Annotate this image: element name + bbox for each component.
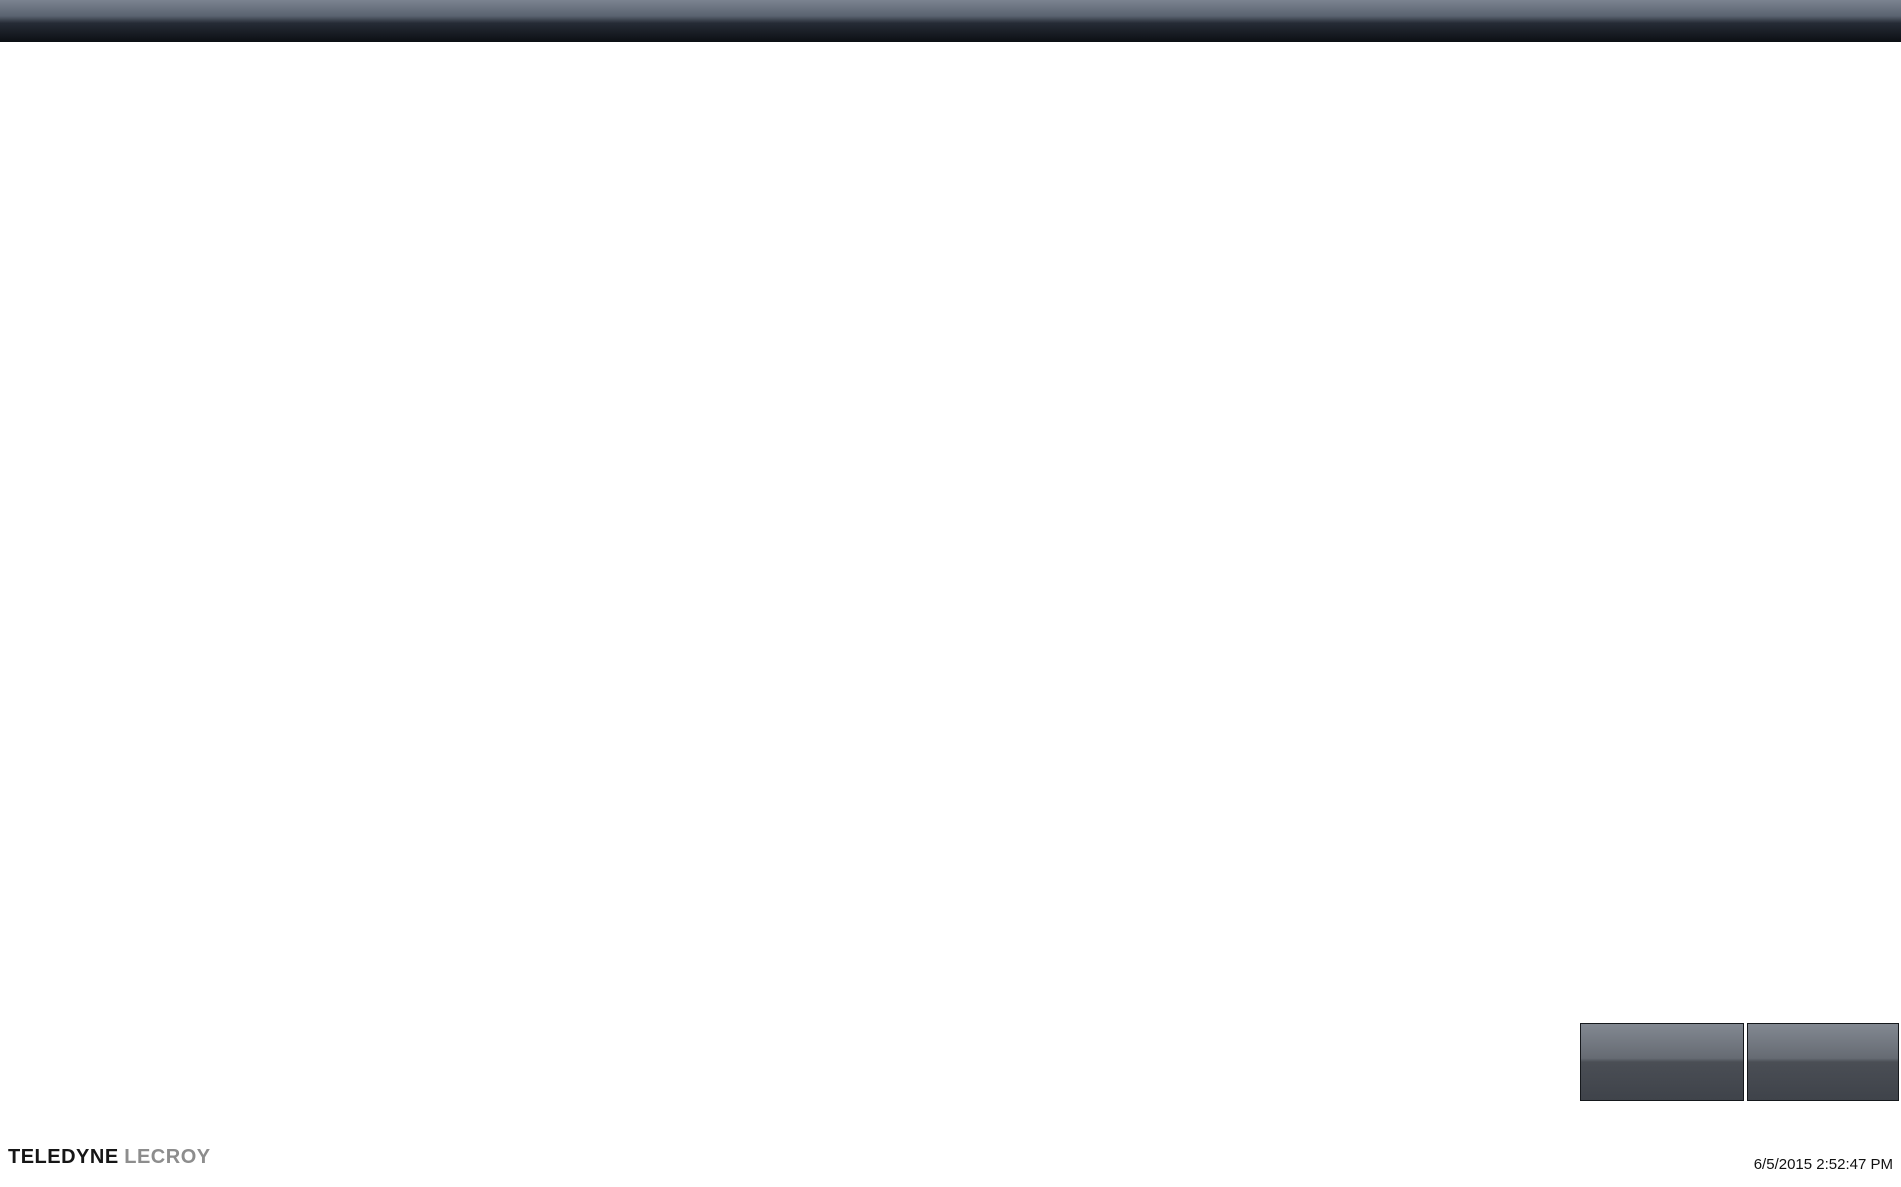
trigger-box[interactable] [1747, 1023, 1899, 1101]
menu-bar [0, 0, 1901, 42]
oscilloscope-screen: TELEDYNE LECROY 6/5/2015 2:52:47 PM [0, 0, 1901, 1187]
brand-logo: TELEDYNE LECROY [8, 1146, 211, 1169]
timebase-box[interactable] [1580, 1023, 1744, 1101]
brand-primary: TELEDYNE [8, 1146, 119, 1168]
datetime-label: 6/5/2015 2:52:47 PM [1703, 1156, 1893, 1173]
brand-secondary: LECROY [124, 1146, 210, 1168]
